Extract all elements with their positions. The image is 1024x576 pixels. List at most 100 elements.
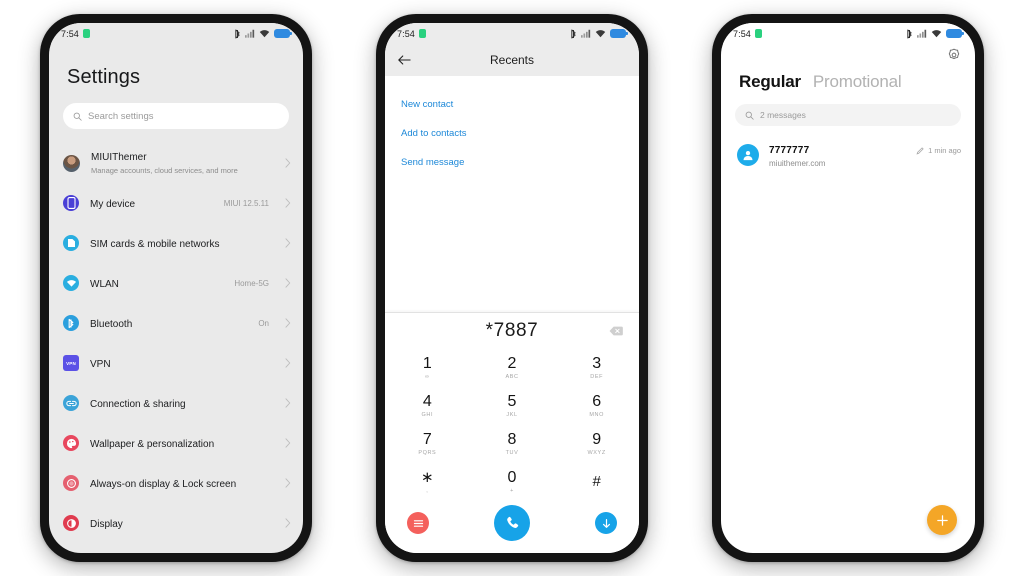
- phone-call-icon[interactable]: [494, 505, 530, 541]
- dialed-number[interactable]: *7887: [486, 320, 539, 342]
- signal-icon: [581, 29, 591, 38]
- chevron-right-icon: [285, 398, 291, 408]
- dial-key-3[interactable]: 3 DEF: [554, 349, 639, 387]
- search-placeholder: 2 messages: [760, 110, 806, 120]
- sidebar-item-label: SIM cards & mobile networks: [90, 239, 220, 250]
- pencil-icon: [916, 146, 924, 154]
- dial-key-1[interactable]: 1 ∞: [385, 349, 470, 387]
- compose-message-button[interactable]: [927, 505, 957, 535]
- dial-key-letters: WXYZ: [587, 450, 606, 456]
- page-title: Settings: [67, 66, 141, 88]
- dialer-screen: 7:54 Recents New contact Add to contacts…: [385, 23, 639, 553]
- sidebar-item-label: WLAN: [90, 279, 119, 290]
- chevron-right-icon: [285, 518, 291, 528]
- dial-key-letters: GHI: [421, 412, 434, 418]
- sidebar-item-my-device[interactable]: My device MIUI 12.5.11: [49, 183, 303, 223]
- wifi-icon: [931, 30, 942, 38]
- status-bar-left-1: 7:54: [61, 29, 90, 39]
- action-send-message[interactable]: Send message: [385, 148, 639, 177]
- person-icon: [737, 144, 759, 166]
- arrow-down-icon[interactable]: [595, 512, 617, 534]
- phone-settings: 7:54 Settings Search settings MIUIThemer…: [40, 14, 312, 562]
- bluetooth-icon: [907, 29, 912, 38]
- status-bar-3: 7:54: [721, 23, 975, 44]
- dial-key-4[interactable]: 4 GHI: [385, 387, 470, 425]
- dial-key-9[interactable]: 9 WXYZ: [554, 425, 639, 463]
- brightness-icon: [63, 515, 79, 531]
- tab-promotional[interactable]: Promotional: [813, 72, 902, 92]
- dial-key-5[interactable]: 5 JKL: [470, 387, 555, 425]
- dial-pad-panel: *7887 1 ∞ 2 ABC 3 DEF 4 GHI 5 JKL 6 MNO 7 PQRS …: [385, 312, 639, 553]
- page-title: Recents: [489, 53, 535, 67]
- gear-icon[interactable]: [947, 48, 961, 62]
- settings-screen: 7:54 Settings Search settings MIUIThemer…: [49, 23, 303, 553]
- sidebar-item-aod-lock-screen[interactable]: Always-on display & Lock screen: [49, 463, 303, 503]
- status-bar-right-3: [906, 29, 964, 39]
- wifi-icon: [259, 30, 270, 38]
- action-new-contact[interactable]: New contact: [385, 90, 639, 119]
- search-settings-input[interactable]: Search settings: [63, 103, 289, 129]
- dial-key-2[interactable]: 2 ABC: [470, 349, 555, 387]
- phone-dialer: 7:54 Recents New contact Add to contacts…: [376, 14, 648, 562]
- palette-icon: [63, 435, 79, 451]
- dial-key-letters: DEF: [590, 374, 604, 380]
- messages-header: Regular Promotional: [721, 44, 975, 104]
- dial-key-8[interactable]: 8 TUV: [470, 425, 555, 463]
- sidebar-item-account[interactable]: MIUIThemer Manage accounts, cloud servic…: [49, 143, 303, 183]
- vpn-icon: VPN: [63, 355, 79, 371]
- sidebar-item-value: Home-5G: [234, 278, 269, 288]
- dial-key-hash[interactable]: #: [554, 463, 639, 501]
- sidebar-item-label: Wallpaper & personalization: [90, 439, 215, 450]
- dial-key-letters: JKL: [506, 412, 518, 418]
- search-messages-input[interactable]: 2 messages: [735, 104, 961, 126]
- three-phone-mockup: 7:54 Settings Search settings MIUIThemer…: [0, 0, 1024, 576]
- link-icon: [63, 395, 79, 411]
- search-placeholder: Search settings: [88, 110, 154, 122]
- wifi-icon: [595, 30, 606, 38]
- dial-key-digit: 5: [507, 393, 517, 410]
- sidebar-item-label: Display: [90, 519, 123, 530]
- sidebar-item-sim-cards[interactable]: SIM cards & mobile networks: [49, 223, 303, 263]
- dialer-actions: New contact Add to contacts Send message: [385, 76, 639, 312]
- status-time: 7:54: [397, 28, 415, 39]
- search-icon: [73, 112, 82, 121]
- thread-time: 1 min ago: [928, 146, 961, 155]
- dial-key-star[interactable]: ∗,: [385, 463, 470, 501]
- chevron-right-icon: [285, 238, 291, 248]
- dial-key-digit: 9: [592, 431, 602, 448]
- dial-key-digit: 4: [422, 393, 432, 410]
- sidebar-item-label: VPN: [90, 359, 111, 370]
- thread-name: 7777777: [769, 145, 810, 156]
- sidebar-item-connection-sharing[interactable]: Connection & sharing: [49, 383, 303, 423]
- sidebar-item-bluetooth[interactable]: Bluetooth On: [49, 303, 303, 343]
- dial-key-digit: #: [592, 473, 601, 490]
- backspace-icon[interactable]: [609, 326, 623, 337]
- thread-meta: 1 min ago: [916, 144, 961, 155]
- dial-pad-keys: 1 ∞ 2 ABC 3 DEF 4 GHI 5 JKL 6 MNO 7 PQRS 8 TUV 9…: [385, 349, 639, 501]
- sidebar-item-vpn[interactable]: VPN VPN: [49, 343, 303, 383]
- sidebar-item-wallpaper[interactable]: Wallpaper & personalization: [49, 423, 303, 463]
- messages-empty-space: [721, 178, 975, 553]
- dial-key-0[interactable]: 0 +: [470, 463, 555, 501]
- status-time: 7:54: [61, 28, 79, 39]
- dial-key-digit: 1: [422, 355, 432, 372]
- thread-preview: miuithemer.com: [769, 159, 826, 168]
- dial-key-digit: 7: [422, 431, 432, 448]
- sidebar-item-value: MIUI 12.5.11: [223, 198, 269, 208]
- menu-list-icon[interactable]: [407, 512, 429, 534]
- signal-icon: [917, 29, 927, 38]
- sidebar-item-sub: Manage accounts, cloud services, and mor…: [91, 165, 238, 175]
- dial-key-7[interactable]: 7 PQRS: [385, 425, 470, 463]
- dial-key-letters: MNO: [589, 412, 604, 418]
- action-add-to-contacts[interactable]: Add to contacts: [385, 119, 639, 148]
- plus-icon: [936, 514, 948, 526]
- shield-green-icon: [82, 29, 90, 38]
- dial-key-6[interactable]: 6 MNO: [554, 387, 639, 425]
- battery-icon: [610, 29, 628, 38]
- account-avatar: [63, 154, 80, 172]
- sidebar-item-wlan[interactable]: WLAN Home-5G: [49, 263, 303, 303]
- tab-regular[interactable]: Regular: [739, 72, 801, 92]
- sidebar-item-display[interactable]: Display: [49, 503, 303, 543]
- dial-key-letters: ,: [426, 488, 429, 494]
- list-item[interactable]: 7777777 miuithemer.com 1 min ago: [721, 136, 975, 178]
